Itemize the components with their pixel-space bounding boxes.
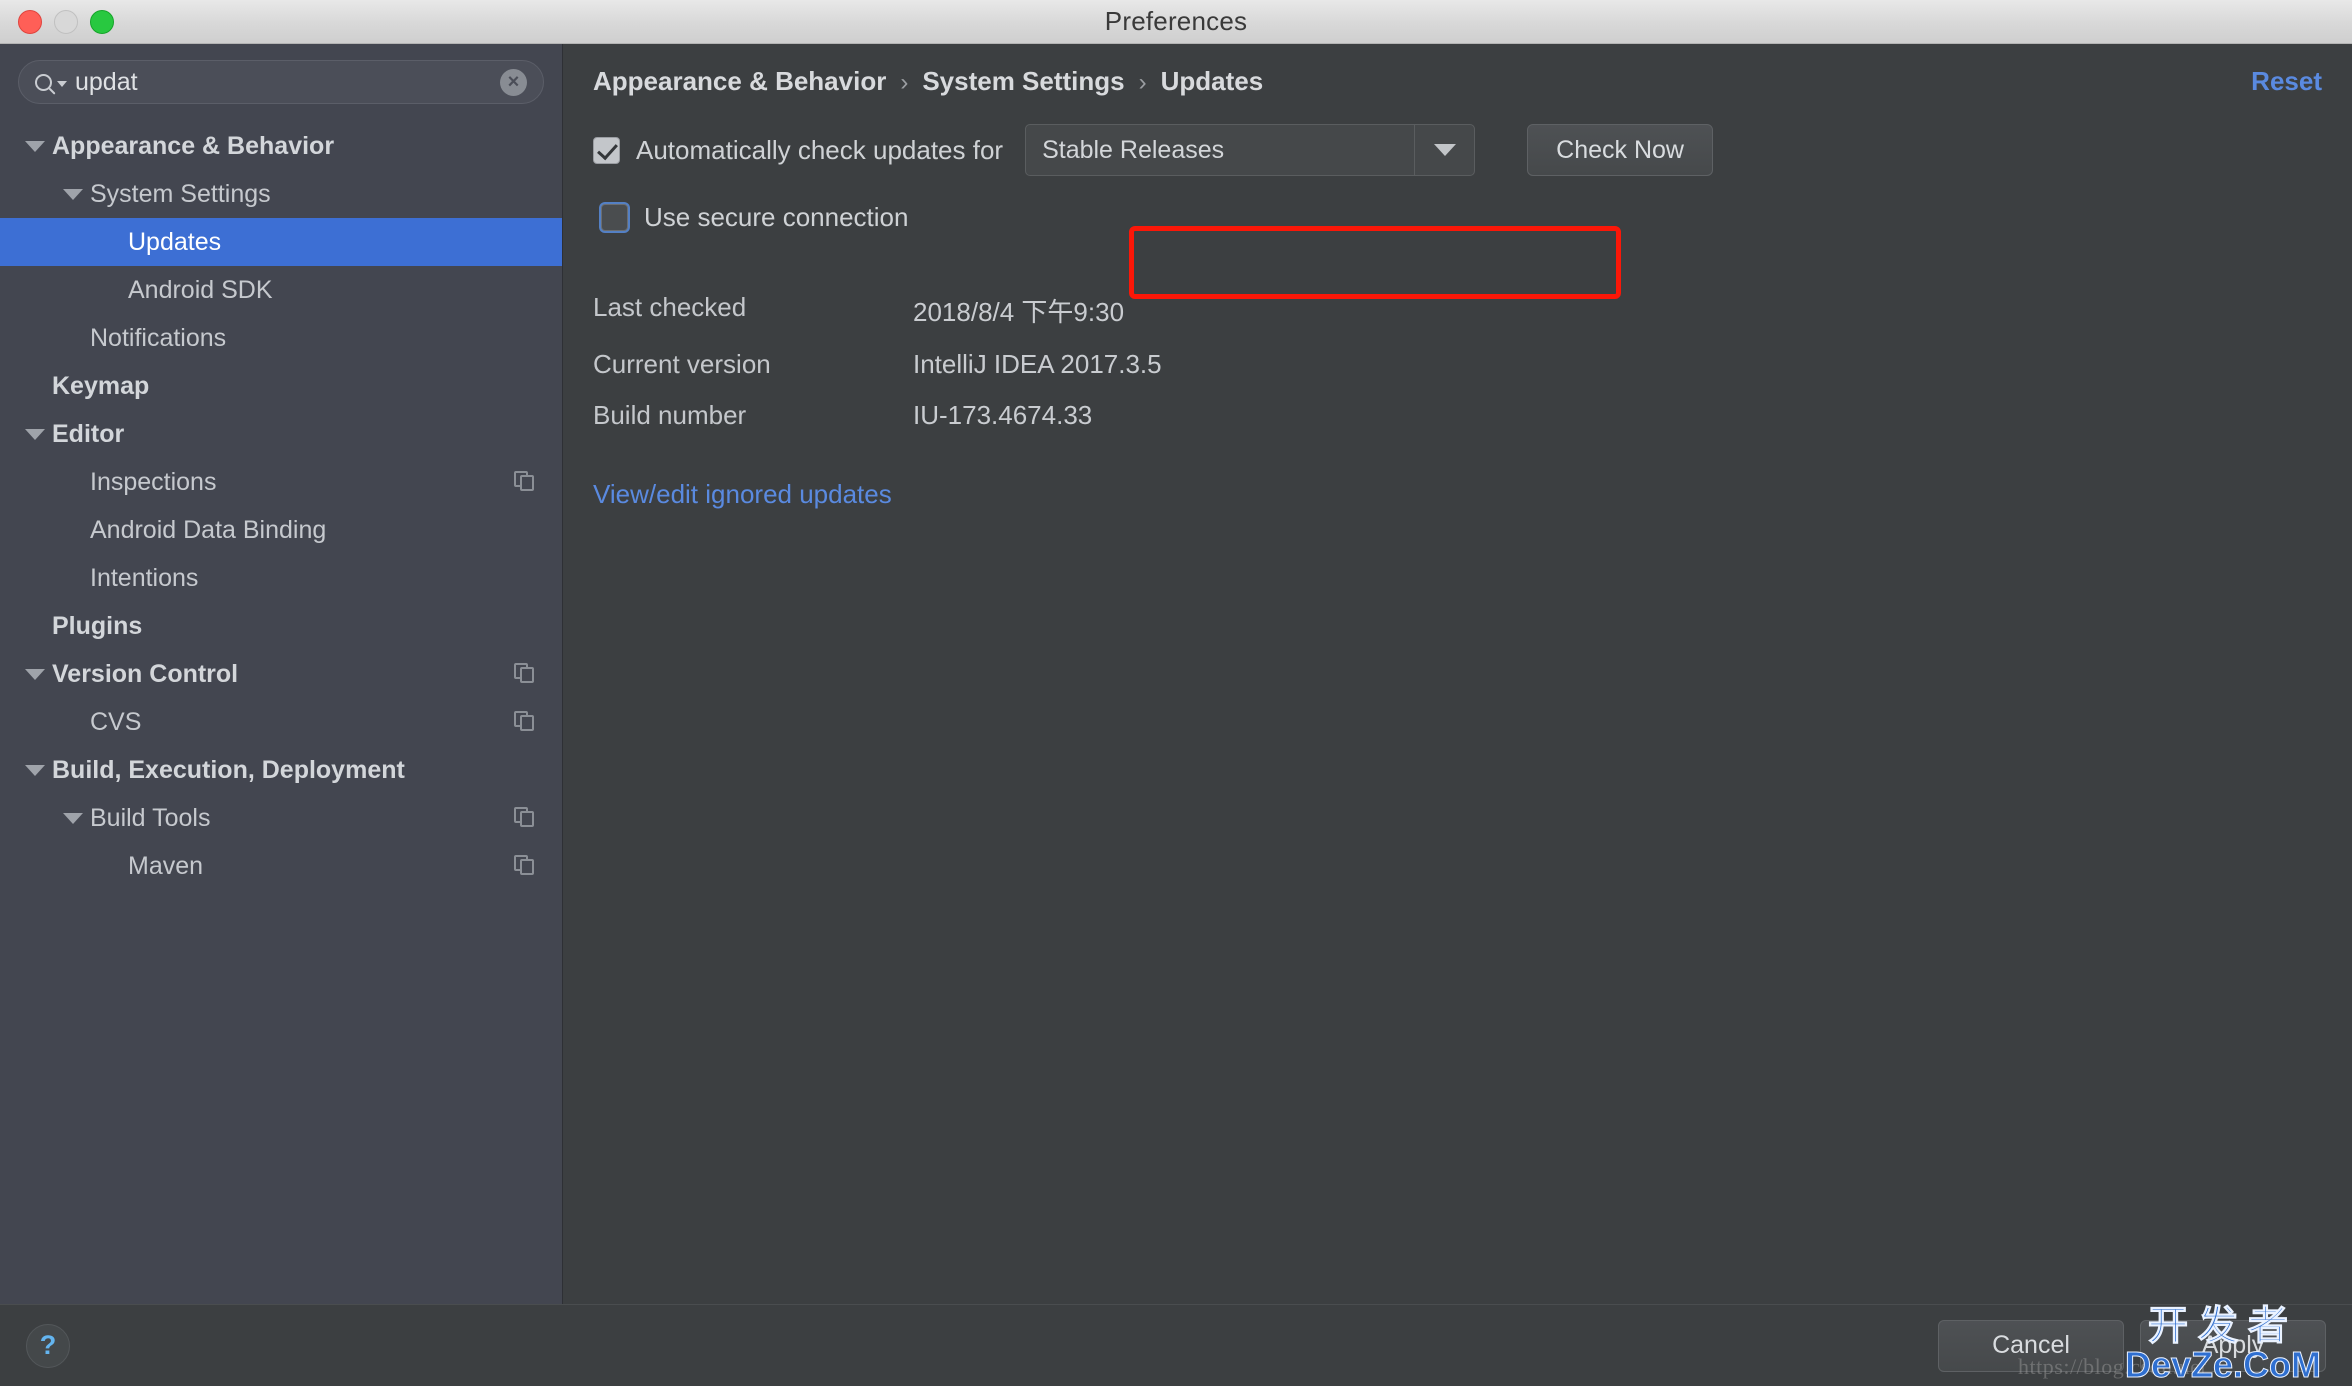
settings-tree: Appearance & Behavior System Settings Upda… [0, 116, 562, 890]
info-label: Last checked [593, 292, 747, 322]
window-body: updat × Appearance & Behavior System Sett… [0, 44, 2352, 1304]
copy-settings-icon[interactable] [514, 711, 536, 733]
sidebar-item-label: Appearance & Behavior [52, 131, 335, 160]
sidebar-item-label: CVS [90, 707, 142, 736]
sidebar-item-label: Intentions [90, 563, 199, 592]
copy-settings-icon[interactable] [514, 471, 536, 493]
chevron-down-icon[interactable] [18, 668, 52, 680]
sidebar-item-label: Notifications [90, 323, 227, 352]
breadcrumb-bar: Appearance & Behavior › System Settings › Up… [563, 44, 2352, 97]
breadcrumb-part[interactable]: Updates [1161, 66, 1264, 97]
view-edit-ignored-updates-link[interactable]: View/edit ignored updates [593, 479, 892, 509]
dialog-footer: ? Cancel Apply https://blog.csdn.net 开发者… [0, 1304, 2352, 1386]
sidebar-item-cvs[interactable]: CVS [0, 698, 562, 746]
info-value: IU-173.4674.33 [913, 400, 1093, 430]
ignored-updates-row: View/edit ignored updates [593, 479, 2322, 510]
sidebar-item-label: Android Data Binding [90, 515, 327, 544]
sidebar-item-maven[interactable]: Maven [0, 842, 562, 890]
window-titlebar: Preferences [0, 0, 2352, 44]
sidebar-item-inspections[interactable]: Inspections [0, 458, 562, 506]
chevron-down-icon[interactable] [18, 428, 52, 440]
traffic-lights [18, 9, 114, 34]
sidebar-item-intentions[interactable]: Intentions [0, 554, 562, 602]
chevron-down-icon [57, 80, 67, 87]
preferences-window: Preferences updat × Appearance & Behavio… [0, 0, 2352, 1386]
sidebar-item-appearance-behavior[interactable]: Appearance & Behavior [0, 122, 562, 170]
sidebar-item-label: Build, Execution, Deployment [52, 755, 405, 784]
sidebar-item-android-sdk[interactable]: Android SDK [0, 266, 562, 314]
sidebar-item-label: Version Control [52, 659, 239, 688]
copy-settings-icon[interactable] [514, 663, 536, 685]
search-icon [35, 73, 67, 91]
secure-connection-row: Use secure connection [593, 181, 2322, 254]
close-button[interactable] [18, 9, 42, 34]
updates-settings-content: Automatically check updates for Stable R… [563, 97, 2352, 510]
search-input[interactable]: updat × [18, 60, 544, 104]
minimize-button[interactable] [54, 9, 78, 34]
sidebar-item-plugins[interactable]: Plugins [0, 602, 562, 650]
reset-link[interactable]: Reset [2251, 66, 2322, 97]
use-secure-connection-label: Use secure connection [644, 202, 909, 232]
update-info-table: Last checked 2018/8/4 下午9:30 Current versi… [593, 292, 2322, 431]
help-icon[interactable]: ? [26, 1323, 70, 1368]
sidebar-item-label: Editor [52, 419, 125, 448]
sidebar-item-label: Inspections [90, 467, 217, 496]
chevron-down-icon[interactable] [56, 188, 90, 200]
update-channel-value: Stable Releases [1042, 135, 1225, 164]
watermark-url: https://blog.csdn.net [2018, 1354, 2207, 1379]
auto-check-updates-label: Automatically check updates for [636, 134, 1004, 165]
sidebar-item-editor[interactable]: Editor [0, 410, 562, 458]
sidebar-item-system-settings[interactable]: System Settings [0, 170, 562, 218]
sidebar-item-keymap[interactable]: Keymap [0, 362, 562, 410]
sidebar-item-android-data-binding[interactable]: Android Data Binding [0, 506, 562, 554]
check-now-button[interactable]: Check Now [1527, 124, 1714, 176]
info-value: IntelliJ IDEA 2017.3.5 [913, 349, 1162, 379]
info-label: Build number [593, 400, 747, 430]
chevron-down-icon[interactable] [1414, 125, 1474, 175]
breadcrumb-part[interactable]: System Settings [922, 66, 1124, 97]
sidebar-item-label: Build Tools [90, 803, 211, 832]
sidebar-item-build-execution-deployment[interactable]: Build, Execution, Deployment [0, 746, 562, 794]
copy-settings-icon[interactable] [514, 807, 536, 829]
sidebar-item-label: Android SDK [128, 275, 273, 304]
sidebar-item-build-tools[interactable]: Build Tools [0, 794, 562, 842]
window-title: Preferences [1104, 6, 1248, 36]
sidebar-item-notifications[interactable]: Notifications [0, 314, 562, 362]
settings-main-panel: Appearance & Behavior › System Settings › Up… [563, 44, 2352, 1304]
sidebar-item-label: System Settings [90, 179, 271, 208]
chevron-down-icon[interactable] [18, 764, 52, 776]
sidebar-item-updates[interactable]: Updates [0, 218, 562, 266]
auto-check-updates-checkbox[interactable] [593, 136, 620, 164]
sidebar-item-label: Updates [128, 227, 222, 256]
breadcrumb: Appearance & Behavior › System Settings › Up… [593, 66, 1263, 97]
chevron-down-icon[interactable] [18, 140, 52, 152]
copy-settings-icon[interactable] [514, 855, 536, 877]
settings-sidebar: updat × Appearance & Behavior System Sett… [0, 44, 563, 1304]
breadcrumb-separator: › [900, 69, 909, 96]
breadcrumb-part[interactable]: Appearance & Behavior [593, 66, 886, 97]
sidebar-item-label: Plugins [52, 611, 143, 640]
breadcrumb-separator: › [1138, 69, 1147, 96]
chevron-down-icon[interactable] [56, 812, 90, 824]
info-value: 2018/8/4 下午9:30 [913, 297, 1125, 327]
info-label: Current version [593, 349, 771, 379]
sidebar-item-version-control[interactable]: Version Control [0, 650, 562, 698]
search-input-value: updat [75, 69, 138, 95]
search-area: updat × [0, 44, 562, 116]
update-channel-select[interactable]: Stable Releases [1025, 124, 1476, 176]
auto-check-row: Automatically check updates for Stable R… [593, 123, 2322, 177]
use-secure-connection-checkbox[interactable] [601, 204, 628, 231]
zoom-button[interactable] [90, 9, 114, 34]
sidebar-item-label: Keymap [52, 371, 150, 400]
clear-icon[interactable]: × [500, 68, 527, 96]
sidebar-item-label: Maven [128, 851, 204, 880]
